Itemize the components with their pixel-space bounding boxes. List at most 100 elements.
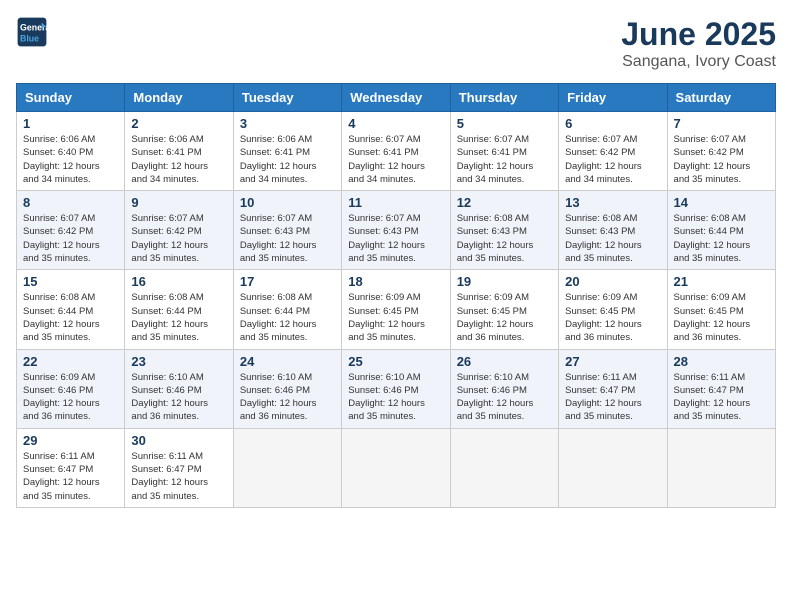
svg-text:Blue: Blue — [20, 34, 39, 44]
day-number: 26 — [457, 354, 552, 369]
calendar-cell: 2 Sunrise: 6:06 AM Sunset: 6:41 PM Daylig… — [125, 112, 233, 191]
day-number: 18 — [348, 274, 443, 289]
logo: General Blue — [16, 16, 48, 48]
calendar-cell: 15 Sunrise: 6:08 AM Sunset: 6:44 PM Dayli… — [17, 270, 125, 349]
day-info: Sunrise: 6:10 AM Sunset: 6:46 PM Dayligh… — [457, 371, 552, 424]
calendar-cell: 18 Sunrise: 6:09 AM Sunset: 6:45 PM Dayli… — [342, 270, 450, 349]
day-info: Sunrise: 6:11 AM Sunset: 6:47 PM Dayligh… — [674, 371, 769, 424]
calendar-title: June 2025 — [621, 16, 776, 53]
calendar-cell: 11 Sunrise: 6:07 AM Sunset: 6:43 PM Dayli… — [342, 191, 450, 270]
day-number: 6 — [565, 116, 660, 131]
day-info: Sunrise: 6:07 AM Sunset: 6:42 PM Dayligh… — [131, 212, 226, 265]
day-info: Sunrise: 6:09 AM Sunset: 6:46 PM Dayligh… — [23, 371, 118, 424]
day-number: 17 — [240, 274, 335, 289]
weekday-header-sunday: Sunday — [17, 84, 125, 112]
calendar-cell: 16 Sunrise: 6:08 AM Sunset: 6:44 PM Dayli… — [125, 270, 233, 349]
calendar-cell: 12Sunrise: 6:08 AM Sunset: 6:43 PM Dayli… — [450, 191, 558, 270]
calendar-cell: 30 Sunrise: 6:11 AM Sunset: 6:47 PM Dayli… — [125, 428, 233, 507]
title-block: June 2025 Sangana, Ivory Coast — [621, 16, 776, 71]
day-info: Sunrise: 6:07 AM Sunset: 6:41 PM Dayligh… — [457, 133, 552, 186]
calendar-cell: 21Sunrise: 6:09 AM Sunset: 6:45 PM Dayli… — [667, 270, 775, 349]
day-info: Sunrise: 6:07 AM Sunset: 6:43 PM Dayligh… — [348, 212, 443, 265]
day-number: 1 — [23, 116, 118, 131]
calendar-cell — [559, 428, 667, 507]
day-info: Sunrise: 6:06 AM Sunset: 6:41 PM Dayligh… — [240, 133, 335, 186]
day-number: 16 — [131, 274, 226, 289]
calendar-cell: 17 Sunrise: 6:08 AM Sunset: 6:44 PM Dayli… — [233, 270, 341, 349]
calendar-cell: 5 Sunrise: 6:07 AM Sunset: 6:41 PM Daylig… — [450, 112, 558, 191]
calendar-cell: 13Sunrise: 6:08 AM Sunset: 6:43 PM Dayli… — [559, 191, 667, 270]
day-info: Sunrise: 6:10 AM Sunset: 6:46 PM Dayligh… — [131, 371, 226, 424]
calendar-cell: 25 Sunrise: 6:10 AM Sunset: 6:46 PM Dayli… — [342, 349, 450, 428]
day-info: Sunrise: 6:11 AM Sunset: 6:47 PM Dayligh… — [131, 450, 226, 503]
weekday-header-monday: Monday — [125, 84, 233, 112]
calendar-week-row: 22Sunrise: 6:09 AM Sunset: 6:46 PM Dayli… — [17, 349, 776, 428]
weekday-header-friday: Friday — [559, 84, 667, 112]
day-info: Sunrise: 6:08 AM Sunset: 6:44 PM Dayligh… — [23, 291, 118, 344]
calendar-cell: 24Sunrise: 6:10 AM Sunset: 6:46 PM Dayli… — [233, 349, 341, 428]
day-number: 7 — [674, 116, 769, 131]
day-info: Sunrise: 6:07 AM Sunset: 6:42 PM Dayligh… — [565, 133, 660, 186]
calendar-cell: 8 Sunrise: 6:07 AM Sunset: 6:42 PM Daylig… — [17, 191, 125, 270]
day-number: 28 — [674, 354, 769, 369]
day-info: Sunrise: 6:09 AM Sunset: 6:45 PM Dayligh… — [348, 291, 443, 344]
logo-icon: General Blue — [16, 16, 48, 48]
day-info: Sunrise: 6:09 AM Sunset: 6:45 PM Dayligh… — [457, 291, 552, 344]
day-info: Sunrise: 6:07 AM Sunset: 6:42 PM Dayligh… — [674, 133, 769, 186]
day-number: 5 — [457, 116, 552, 131]
day-number: 4 — [348, 116, 443, 131]
day-info: Sunrise: 6:07 AM Sunset: 6:43 PM Dayligh… — [240, 212, 335, 265]
day-number: 10 — [240, 195, 335, 210]
day-number: 12 — [457, 195, 552, 210]
day-number: 2 — [131, 116, 226, 131]
calendar-week-row: 1Sunrise: 6:06 AM Sunset: 6:40 PM Daylig… — [17, 112, 776, 191]
day-info: Sunrise: 6:09 AM Sunset: 6:45 PM Dayligh… — [565, 291, 660, 344]
day-number: 25 — [348, 354, 443, 369]
calendar-cell: 27Sunrise: 6:11 AM Sunset: 6:47 PM Dayli… — [559, 349, 667, 428]
calendar-cell: 28 Sunrise: 6:11 AM Sunset: 6:47 PM Dayli… — [667, 349, 775, 428]
day-number: 14 — [674, 195, 769, 210]
day-number: 30 — [131, 433, 226, 448]
day-number: 11 — [348, 195, 443, 210]
weekday-header-wednesday: Wednesday — [342, 84, 450, 112]
day-info: Sunrise: 6:09 AM Sunset: 6:45 PM Dayligh… — [674, 291, 769, 344]
calendar-cell: 6 Sunrise: 6:07 AM Sunset: 6:42 PM Daylig… — [559, 112, 667, 191]
calendar-cell: 23 Sunrise: 6:10 AM Sunset: 6:46 PM Dayli… — [125, 349, 233, 428]
day-number: 8 — [23, 195, 118, 210]
day-info: Sunrise: 6:10 AM Sunset: 6:46 PM Dayligh… — [348, 371, 443, 424]
svg-text:General: General — [20, 22, 48, 32]
calendar-cell: 14 Sunrise: 6:08 AM Sunset: 6:44 PM Dayli… — [667, 191, 775, 270]
weekday-header-row: SundayMondayTuesdayWednesdayThursdayFrid… — [17, 84, 776, 112]
day-number: 15 — [23, 274, 118, 289]
calendar-cell: 9Sunrise: 6:07 AM Sunset: 6:42 PM Daylig… — [125, 191, 233, 270]
calendar-cell — [450, 428, 558, 507]
day-info: Sunrise: 6:08 AM Sunset: 6:44 PM Dayligh… — [240, 291, 335, 344]
calendar-week-row: 15 Sunrise: 6:08 AM Sunset: 6:44 PM Dayli… — [17, 270, 776, 349]
calendar-week-row: 8 Sunrise: 6:07 AM Sunset: 6:42 PM Daylig… — [17, 191, 776, 270]
calendar-cell — [233, 428, 341, 507]
day-info: Sunrise: 6:06 AM Sunset: 6:41 PM Dayligh… — [131, 133, 226, 186]
day-number: 13 — [565, 195, 660, 210]
day-info: Sunrise: 6:11 AM Sunset: 6:47 PM Dayligh… — [565, 371, 660, 424]
calendar-cell: 19 Sunrise: 6:09 AM Sunset: 6:45 PM Dayli… — [450, 270, 558, 349]
day-info: Sunrise: 6:07 AM Sunset: 6:41 PM Dayligh… — [348, 133, 443, 186]
calendar-cell: 10 Sunrise: 6:07 AM Sunset: 6:43 PM Dayli… — [233, 191, 341, 270]
day-number: 19 — [457, 274, 552, 289]
calendar-cell: 4 Sunrise: 6:07 AM Sunset: 6:41 PM Daylig… — [342, 112, 450, 191]
weekday-header-tuesday: Tuesday — [233, 84, 341, 112]
day-number: 3 — [240, 116, 335, 131]
day-number: 23 — [131, 354, 226, 369]
day-info: Sunrise: 6:07 AM Sunset: 6:42 PM Dayligh… — [23, 212, 118, 265]
calendar-week-row: 29 Sunrise: 6:11 AM Sunset: 6:47 PM Dayli… — [17, 428, 776, 507]
calendar-table: SundayMondayTuesdayWednesdayThursdayFrid… — [16, 83, 776, 508]
calendar-cell: 3 Sunrise: 6:06 AM Sunset: 6:41 PM Daylig… — [233, 112, 341, 191]
day-info: Sunrise: 6:08 AM Sunset: 6:44 PM Dayligh… — [674, 212, 769, 265]
calendar-subtitle: Sangana, Ivory Coast — [621, 53, 776, 71]
calendar-cell — [342, 428, 450, 507]
page-header: General Blue June 2025 Sangana, Ivory Co… — [16, 16, 776, 71]
weekday-header-thursday: Thursday — [450, 84, 558, 112]
calendar-cell: 26 Sunrise: 6:10 AM Sunset: 6:46 PM Dayli… — [450, 349, 558, 428]
weekday-header-saturday: Saturday — [667, 84, 775, 112]
day-info: Sunrise: 6:08 AM Sunset: 6:44 PM Dayligh… — [131, 291, 226, 344]
day-number: 29 — [23, 433, 118, 448]
